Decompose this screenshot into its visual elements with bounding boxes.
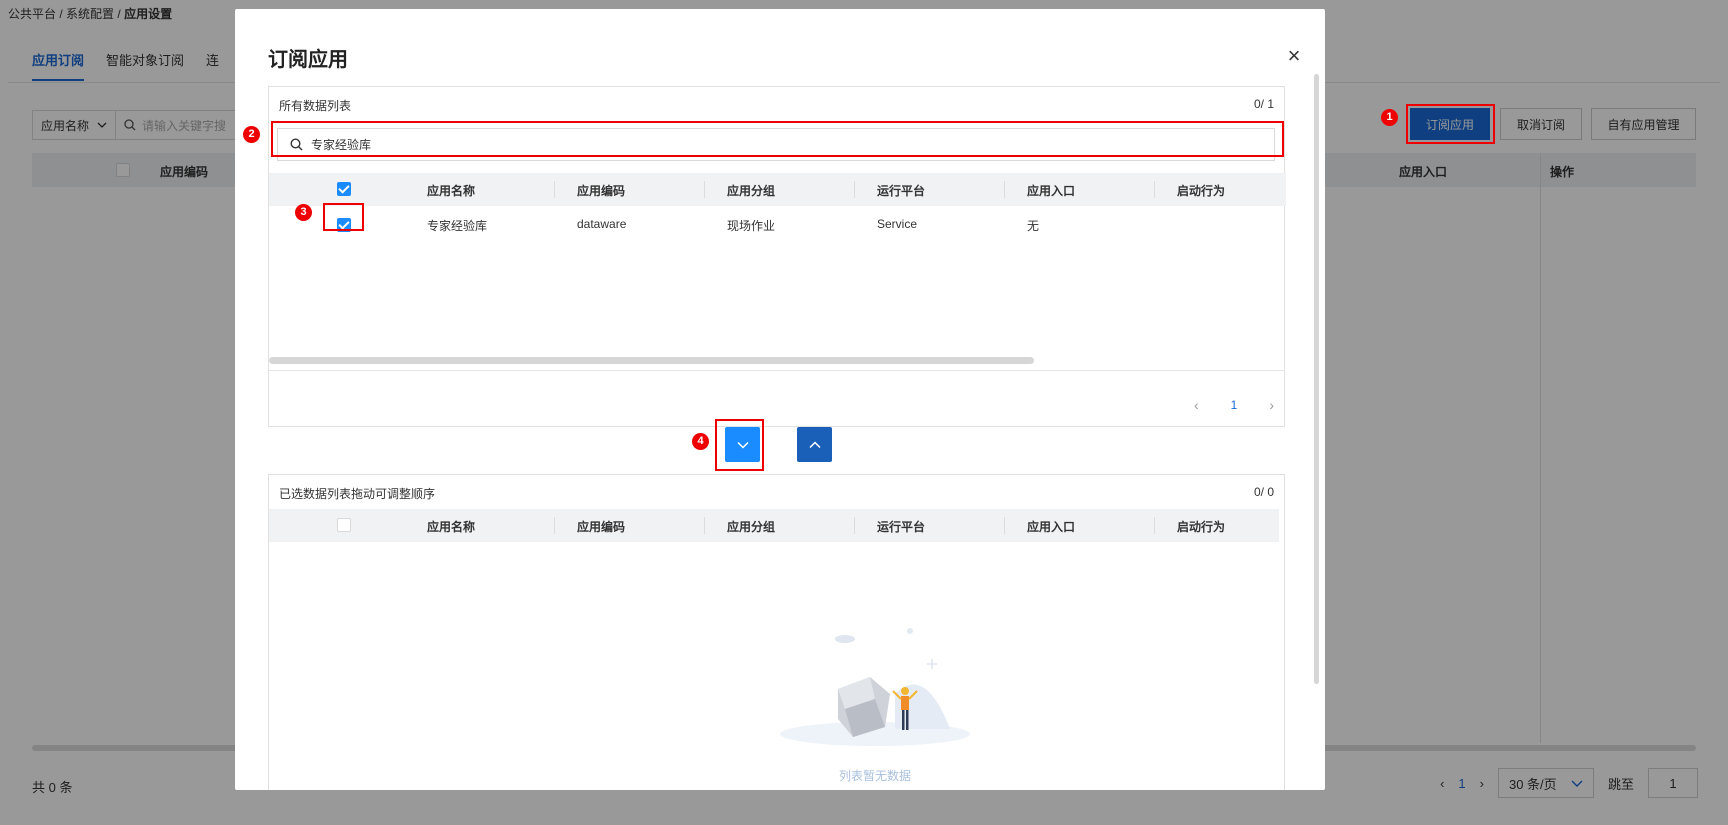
empty-state: 列表暂无数据 (775, 609, 975, 783)
empty-box-illustration-icon (780, 628, 970, 746)
col-platform: 运行平台 (877, 520, 926, 534)
empty-state-text: 列表暂无数据 (838, 769, 911, 783)
cell-app-group: 现场作业 (727, 219, 776, 233)
all-data-pagination: ‹ 1 › (1194, 397, 1274, 413)
annotation-badge-4: 4 (692, 433, 709, 450)
dialog-vertical-scrollbar[interactable] (1314, 74, 1319, 684)
dialog-title: 订阅应用 (268, 49, 348, 71)
annotation-badge-1: 1 (1381, 109, 1398, 126)
col-app-code: 应用编码 (577, 184, 626, 198)
annotation-box-4 (715, 419, 764, 471)
selected-data-count: 0/ 0 (1253, 485, 1274, 499)
annotation-box-3 (323, 203, 364, 231)
selected-table-header: 应用名称 应用编码 应用分组 运行平台 应用入口 启动行为 (269, 509, 1279, 542)
selected-select-all-checkbox[interactable] (337, 518, 351, 532)
annotation-box-2 (271, 121, 1284, 157)
subscribe-app-dialog: 订阅应用 × 所有数据列表 0/ 1 专家经验库 应用名称 应用编码 应用分组 … (235, 9, 1325, 790)
col-app-group: 应用分组 (727, 184, 776, 198)
annotation-badge-2: 2 (243, 126, 260, 143)
col-app-group: 应用分组 (727, 520, 776, 534)
selected-data-title: 已选数据列表拖动可调整顺序 (279, 487, 436, 501)
cell-app-code: dataware (577, 217, 627, 231)
all-data-panel-header: 所有数据列表 0/ 1 (269, 87, 1284, 121)
table-row[interactable]: 专家经验库 dataware 现场作业 Service 无 (269, 208, 1286, 241)
select-all-checkbox[interactable] (337, 182, 351, 196)
cell-app-name: 专家经验库 (427, 219, 488, 233)
page-number[interactable]: 1 (1231, 398, 1238, 412)
selected-data-panel-header: 已选数据列表拖动可调整顺序 0/ 0 (269, 475, 1284, 509)
all-data-title: 所有数据列表 (279, 99, 352, 113)
col-app-entry: 应用入口 (1027, 520, 1076, 534)
all-data-table-header: 应用名称 应用编码 应用分组 运行平台 应用入口 启动行为 (269, 173, 1286, 206)
next-page-icon[interactable]: › (1269, 397, 1274, 413)
cell-app-entry: 无 (1027, 219, 1040, 233)
close-icon[interactable]: × (1283, 45, 1305, 67)
move-up-button[interactable] (797, 427, 832, 462)
col-app-code: 应用编码 (577, 520, 626, 534)
all-data-count: 0/ 1 (1253, 97, 1274, 111)
col-launch-behavior: 启动行为 (1177, 184, 1226, 198)
drag-hint: 拖动可调整顺序 (351, 487, 436, 501)
col-app-name: 应用名称 (427, 520, 476, 534)
cell-platform: Service (877, 217, 918, 231)
prev-page-icon[interactable]: ‹ (1194, 397, 1199, 413)
col-app-entry: 应用入口 (1027, 184, 1076, 198)
col-launch-behavior: 启动行为 (1177, 520, 1226, 534)
col-platform: 运行平台 (877, 184, 926, 198)
chevron-up-icon (808, 440, 821, 448)
annotation-box-1 (1406, 104, 1495, 144)
col-app-name: 应用名称 (427, 184, 476, 198)
annotation-badge-3: 3 (295, 204, 312, 221)
table-horizontal-scrollbar[interactable] (269, 357, 1034, 364)
